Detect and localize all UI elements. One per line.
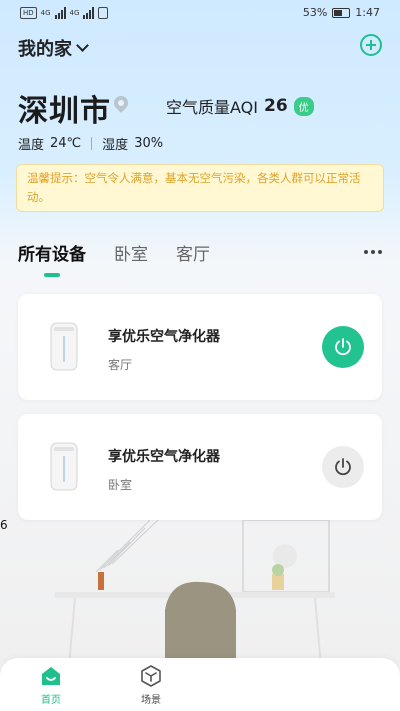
home-name: 我的家 <box>18 39 72 60</box>
device-card[interactable]: 享优乐空气净化器 客厅 <box>18 294 382 400</box>
more-options-icon[interactable] <box>364 250 382 254</box>
aqi-label: 空气质量AQI <box>166 98 258 117</box>
device-room: 卧室 <box>108 478 133 492</box>
nav-home[interactable]: 首页 <box>21 664 81 706</box>
battery-percent: 53% <box>302 6 328 19</box>
tab-living-room[interactable]: 客厅 <box>176 240 210 265</box>
home-selector[interactable]: 我的家 <box>18 35 89 61</box>
network-type-b: 4G <box>69 9 80 17</box>
tab-all-devices[interactable]: 所有设备 <box>18 240 86 265</box>
room-tabs: 所有设备 卧室 客厅 <box>18 240 210 265</box>
location-pin-icon[interactable] <box>111 93 131 113</box>
divider <box>91 137 93 150</box>
home-icon <box>42 667 60 685</box>
status-bar: HD 4G 4G 53% 1:47 <box>0 0 400 28</box>
vibrate-icon <box>98 7 109 19</box>
power-button[interactable] <box>322 446 364 488</box>
aqi-info: 空气质量AQI 26 优 <box>166 94 314 118</box>
tab-bedroom[interactable]: 卧室 <box>114 240 148 265</box>
temperature-value: 24℃ <box>50 136 82 151</box>
humidity-value: 30% <box>134 136 164 151</box>
device-name: 享优乐空气净化器 <box>108 329 220 345</box>
side-label: 6 <box>0 518 8 532</box>
city-name: 深圳市 <box>18 94 111 129</box>
status-bar-right: 53% 1:47 <box>303 6 380 19</box>
scene-cube-icon <box>141 665 161 687</box>
air-purifier-image <box>50 442 78 491</box>
signal-icon-2 <box>83 7 95 19</box>
tip-text: 温馨提示：空气令人满意，基本无空气污染，各类人群可以正常活动。 <box>27 171 361 204</box>
nav-scene[interactable]: 场景 <box>121 664 181 706</box>
tip-box: 温馨提示：空气令人满意，基本无空气污染，各类人群可以正常活动。 <box>16 164 384 212</box>
aqi-value: 26 <box>263 96 288 116</box>
nav-scene-label: 场景 <box>141 695 161 706</box>
device-name: 享优乐空气净化器 <box>108 449 220 465</box>
signal-icon <box>54 7 66 19</box>
device-room: 客厅 <box>108 358 133 372</box>
power-icon <box>335 338 351 356</box>
hd-indicator-icon: HD <box>20 7 37 19</box>
power-button[interactable] <box>322 326 364 368</box>
battery-icon <box>332 7 351 18</box>
status-bar-left: HD 4G 4G <box>20 7 109 19</box>
nav-home-label: 首页 <box>41 695 61 706</box>
weather-info: 温度 24℃ 湿度 30% <box>18 134 163 153</box>
clock: 1:47 <box>355 6 380 19</box>
aqi-level-badge: 优 <box>293 96 314 116</box>
bottom-nav: 首页 场景 <box>0 658 400 711</box>
device-card[interactable]: 享优乐空气净化器 卧室 <box>18 414 382 520</box>
chevron-down-icon <box>76 39 89 52</box>
temperature-label: 温度 <box>18 138 45 153</box>
air-purifier-image <box>50 322 78 371</box>
power-icon <box>335 458 351 476</box>
add-device-button[interactable] <box>360 34 382 56</box>
humidity-label: 湿度 <box>102 138 129 153</box>
network-type-a: 4G <box>40 9 51 17</box>
